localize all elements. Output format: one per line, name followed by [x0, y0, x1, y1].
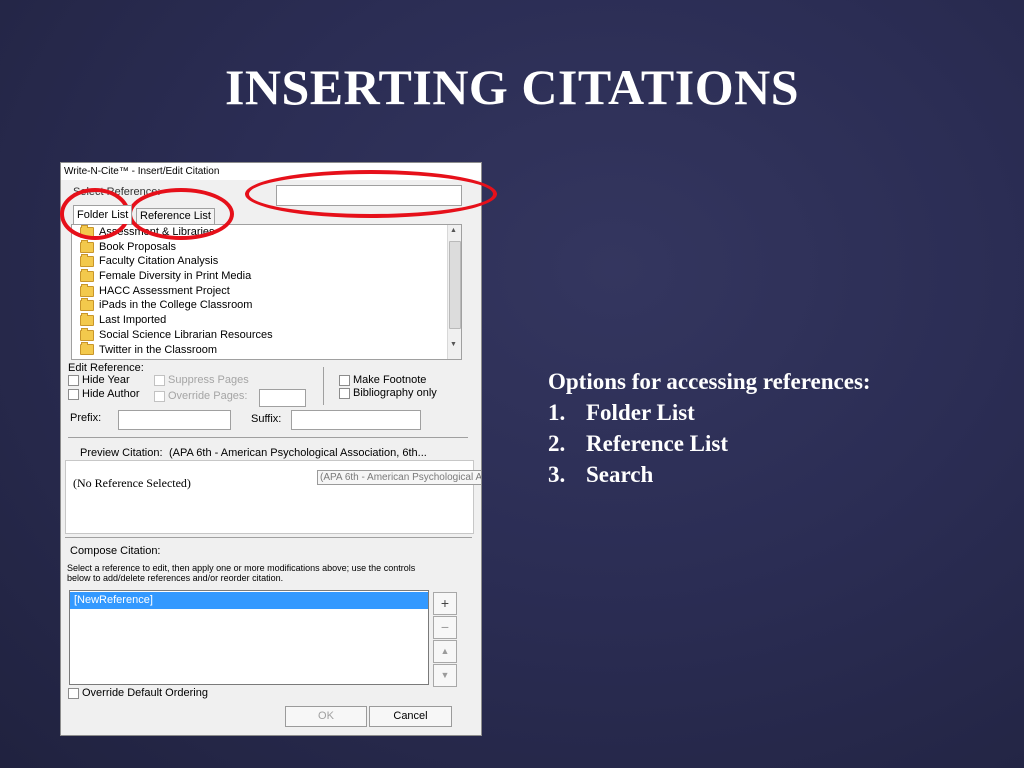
prefix-input[interactable] — [118, 410, 231, 430]
tab-reference-list[interactable]: Reference List — [136, 208, 215, 224]
make-footnote-checkbox[interactable] — [339, 374, 350, 386]
option-number: 2. — [548, 431, 566, 456]
bibliography-only-checkbox[interactable] — [339, 387, 350, 399]
folder-name: Social Science Librarian Resources — [99, 328, 273, 341]
list-item[interactable]: [NewReference] — [70, 592, 428, 609]
list-item[interactable]: Last Imported — [72, 312, 461, 328]
folder-icon — [80, 283, 94, 297]
options-list: Options for accessing references: 1. Fol… — [548, 366, 871, 490]
options-heading: Options for accessing references: — [548, 369, 871, 394]
hide-author-label: Hide Author — [82, 388, 140, 400]
divider — [323, 367, 324, 405]
compose-citation-label: Compose Citation: — [70, 545, 161, 557]
ok-button[interactable]: OK — [285, 706, 367, 727]
slide-title: INSERTING CITATIONS — [224, 59, 800, 115]
override-ordering-label: Override Default Ordering — [82, 687, 208, 699]
folder-name: HACC Assessment Project — [99, 284, 230, 297]
hide-year-label: Hide Year — [82, 374, 130, 386]
override-pages-option[interactable]: Override Pages: — [154, 390, 247, 402]
hide-author-checkbox[interactable] — [68, 388, 79, 400]
folder-icon — [80, 327, 94, 341]
insert-citation-dialog: Write-N-Cite™ - Insert/Edit Citation Sel… — [60, 162, 482, 736]
search-input[interactable] — [276, 185, 462, 206]
edit-reference-label: Edit Reference: — [68, 362, 144, 374]
citation-style[interactable]: (APA 6th - American Psychological Associ… — [169, 447, 427, 459]
scroll-thumb[interactable] — [449, 241, 461, 329]
list-item[interactable]: Twitter in the Classroom — [72, 342, 461, 358]
override-pages-label: Override Pages: — [168, 390, 248, 402]
bibliography-only-label: Bibliography only — [353, 387, 437, 399]
style-tooltip: (APA 6th - American Psychological A — [317, 470, 481, 485]
option-number: 1. — [548, 400, 566, 425]
compose-citation-list: [NewReference] — [69, 590, 429, 685]
list-item[interactable]: Social Science Librarian Resources — [72, 327, 461, 343]
compose-instructions: Select a reference to edit, then apply o… — [67, 563, 416, 583]
cancel-button[interactable]: Cancel — [369, 706, 452, 727]
preview-citation-label: Preview Citation: — [80, 447, 163, 459]
suppress-pages-option[interactable]: Suppress Pages — [154, 374, 249, 386]
suppress-pages-label: Suppress Pages — [168, 374, 249, 386]
move-down-button[interactable]: ▼ — [433, 664, 457, 687]
folder-name: Book Proposals — [99, 240, 177, 253]
make-footnote-option[interactable]: Make Footnote — [339, 374, 426, 386]
add-reference-button[interactable]: + — [433, 592, 457, 615]
option-label: Search — [586, 462, 654, 487]
folder-name: Female Diversity in Print Media — [99, 270, 252, 283]
hide-author-option[interactable]: Hide Author — [68, 388, 139, 400]
option-label: Folder List — [586, 400, 695, 425]
suffix-label: Suffix: — [251, 413, 282, 425]
folder-icon — [80, 225, 94, 238]
option-item-folder-list: 1. Folder List — [548, 397, 871, 428]
dialog-title: Write-N-Cite™ - Insert/Edit Citation — [61, 163, 481, 180]
folder-name: Last Imported — [99, 314, 167, 327]
folder-icon — [80, 268, 94, 282]
select-reference-label: Select Reference: — [73, 186, 161, 198]
suppress-pages-checkbox[interactable] — [154, 374, 165, 386]
override-ordering-option[interactable]: Override Default Ordering — [68, 687, 208, 699]
make-footnote-label: Make Footnote — [353, 374, 427, 386]
hide-year-option[interactable]: Hide Year — [68, 374, 130, 386]
folder-icon — [80, 254, 94, 268]
suffix-input[interactable] — [291, 410, 421, 430]
tab-folder-list[interactable]: Folder List — [73, 205, 133, 224]
list-item[interactable]: iPads in the College Classroom — [72, 298, 461, 313]
scroll-down-icon[interactable]: ▼ — [450, 341, 457, 348]
list-item[interactable]: Assessment & Libraries — [72, 225, 461, 240]
list-item[interactable]: Book Proposals — [72, 239, 461, 255]
override-pages-input[interactable] — [259, 389, 306, 407]
folder-icon — [80, 298, 94, 312]
list-item[interactable]: Female Diversity in Print Media — [72, 268, 461, 284]
list-item[interactable]: Faculty Citation Analysis — [72, 254, 461, 269]
option-item-reference-list: 2. Reference List — [548, 428, 871, 459]
scroll-up-icon[interactable]: ▲ — [450, 227, 457, 234]
folder-name: Faculty Citation Analysis — [99, 255, 219, 268]
remove-reference-button[interactable]: − — [433, 616, 457, 639]
list-item[interactable]: HACC Assessment Project — [72, 283, 461, 299]
folder-icon — [80, 312, 94, 326]
folder-list: Assessment & Libraries Book Proposals Fa… — [71, 224, 462, 360]
option-item-search: 3. Search — [548, 459, 871, 490]
folder-icon — [80, 239, 94, 253]
option-number: 3. — [548, 462, 566, 487]
folder-name: Assessment & Libraries — [99, 226, 215, 238]
prefix-label: Prefix: — [70, 412, 102, 424]
list-scrollbar[interactable]: ▲ ▼ — [447, 225, 461, 359]
divider — [68, 437, 468, 438]
option-label: Reference List — [586, 431, 728, 456]
hide-year-checkbox[interactable] — [68, 374, 79, 386]
override-ordering-checkbox[interactable] — [68, 687, 79, 699]
bibliography-only-option[interactable]: Bibliography only — [339, 387, 437, 399]
preview-citation-text: (No Reference Selected) — [73, 476, 191, 490]
folder-name: iPads in the College Classroom — [99, 299, 253, 312]
override-pages-checkbox[interactable] — [154, 390, 165, 402]
folder-icon — [80, 342, 94, 356]
folder-name: Twitter in the Classroom — [99, 343, 217, 356]
move-up-button[interactable]: ▲ — [433, 640, 457, 663]
